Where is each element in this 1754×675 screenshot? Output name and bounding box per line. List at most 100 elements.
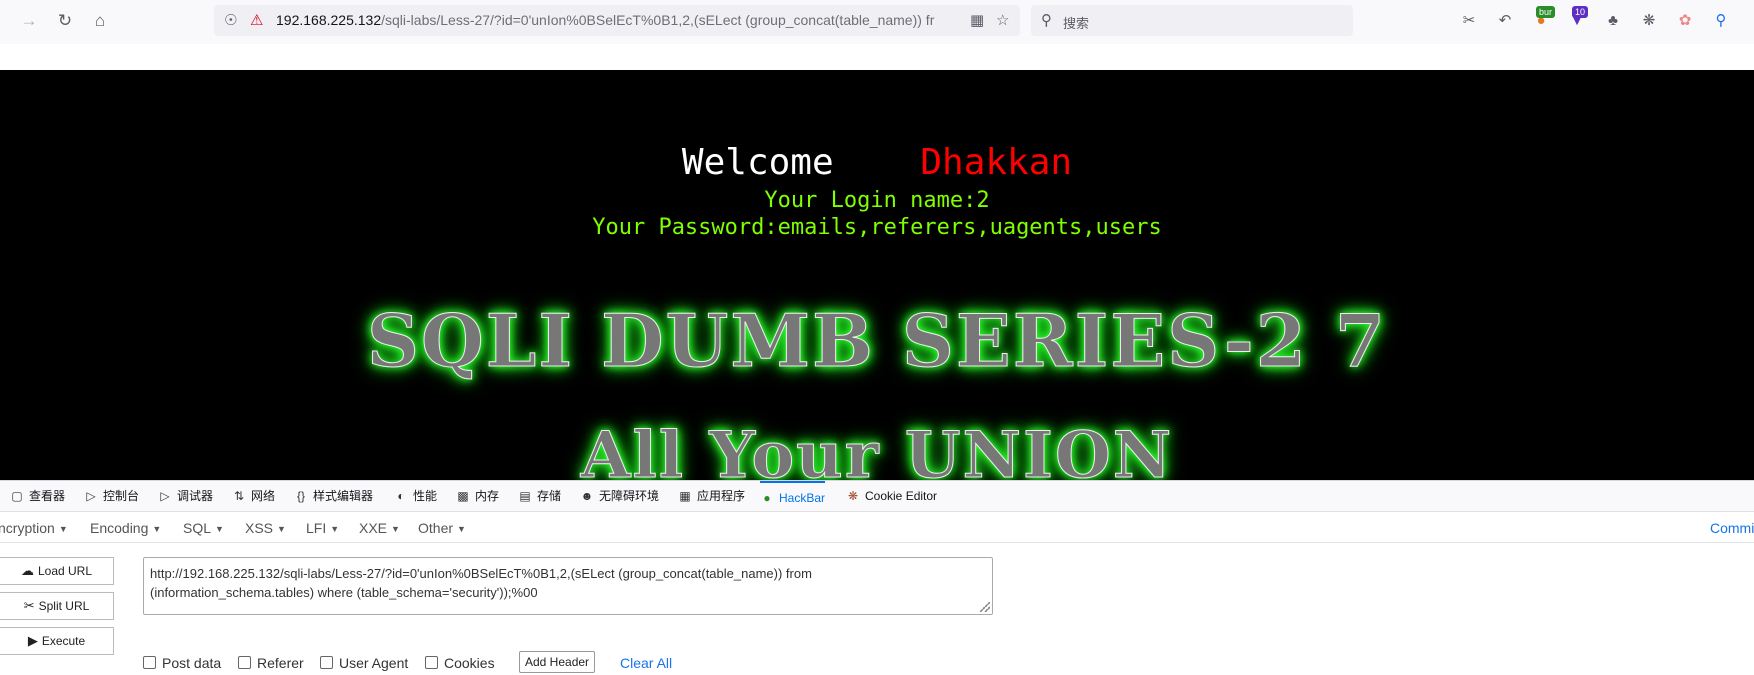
menu-label: XSS	[245, 520, 274, 536]
menu-label: Other	[418, 520, 454, 536]
execute-button[interactable]: ▶ Execute	[0, 627, 114, 655]
checkbox-label: User Agent	[339, 655, 409, 671]
undo-icon[interactable]: ↶	[1494, 10, 1516, 32]
checkbox-label: Cookies	[444, 655, 495, 671]
tab-accessibility[interactable]: ☻ 无障碍环境	[580, 481, 659, 511]
bookmark-star-icon[interactable]: ☆	[996, 11, 1009, 29]
key-extension-icon[interactable]: ⚲	[1710, 10, 1732, 32]
tab-console[interactable]: ▷ 控制台	[84, 481, 139, 511]
menu-lfi[interactable]: LFI ▼	[306, 520, 339, 536]
username-text: Dhakkan	[920, 142, 1073, 183]
play-circle-icon: ▶	[27, 633, 38, 648]
tab-hackbar[interactable]: ● HackBar	[760, 481, 826, 511]
tab-memory[interactable]: ▩ 内存	[456, 481, 499, 511]
forward-icon[interactable]: →	[18, 10, 40, 32]
qr-code-icon[interactable]: ▦	[970, 11, 984, 29]
tab-label: 应用程序	[697, 489, 746, 503]
caret-down-icon: ▼	[330, 524, 340, 535]
tab-network[interactable]: ⇅ 网络	[232, 481, 275, 511]
checkbox-box[interactable]	[425, 656, 438, 669]
browser-toolbar: → ↻ ⌂ ☉ ⚠ 192.168.225.132/sqli-labs/Less…	[0, 0, 1754, 44]
devtools-tabbar: ▢ 查看器 ▷ 控制台 ▷ 调试器 ⇅ 网络 {} 样式编辑器 ◐ 性能 ▩ 内存 ▤ 存储 ☻…	[0, 480, 1754, 512]
devtools-panel: ▢ 查看器 ▷ 控制台 ▷ 调试器 ⇅ 网络 {} 样式编辑器 ◐ 性能 ▩ 内存 ▤ 存储 ☻…	[0, 480, 1754, 673]
add-header-button[interactable]: Add Header	[519, 651, 596, 673]
cookie-extension-icon[interactable]: ❋	[1638, 10, 1660, 32]
commit-link[interactable]: Commi	[1710, 520, 1754, 536]
caret-down-icon: ▼	[391, 524, 400, 535]
storage-icon: ▤	[519, 489, 531, 503]
tab-debugger[interactable]: ▷ 调试器	[158, 481, 213, 511]
burp-badge: bur	[1536, 6, 1556, 18]
search-placeholder: 搜索	[1063, 16, 1090, 31]
menu-xss[interactable]: XSS ▼	[245, 520, 286, 536]
debugger-icon: ▷	[160, 489, 170, 503]
caret-down-icon: ▼	[457, 524, 466, 535]
menu-encoding[interactable]: Encoding ▼	[90, 520, 161, 536]
button-label: Load URL	[37, 564, 93, 578]
tab-application[interactable]: ▦ 应用程序	[678, 481, 745, 511]
cookie-icon: ❋	[847, 489, 859, 503]
url-textarea-line1: http://192.168.225.132/sqli-labs/Less-27…	[150, 566, 812, 581]
menu-label: XXE	[359, 520, 388, 536]
menu-label: LFI	[306, 520, 327, 536]
caret-down-icon: ▼	[277, 524, 286, 535]
tab-storage[interactable]: ▤ 存储	[518, 481, 561, 511]
search-box[interactable]: ⚲ 搜索	[1031, 5, 1353, 36]
split-url-button[interactable]: ✂ Split URL	[0, 592, 114, 620]
download-extension-icon[interactable]: ▼ 10	[1566, 6, 1589, 32]
url-textarea[interactable]: http://192.168.225.132/sqli-labs/Less-27…	[143, 557, 993, 615]
braces-icon: {}	[296, 489, 305, 503]
cloud-download-icon: ☁	[20, 563, 34, 578]
flower-extension-icon[interactable]: ✿	[1674, 10, 1696, 32]
insecure-lock-icon[interactable]: ⚠	[250, 11, 263, 29]
burp-extension-icon[interactable]: ● bur	[1530, 6, 1556, 32]
post-data-checkbox[interactable]: Post data	[143, 655, 221, 671]
resize-handle-icon[interactable]	[980, 602, 990, 612]
reload-icon[interactable]: ↻	[54, 10, 76, 32]
tab-label: 无障碍环境	[599, 489, 660, 503]
checkbox-box[interactable]	[143, 656, 156, 669]
tab-label: 样式编辑器	[313, 489, 374, 503]
caret-down-icon: ▼	[152, 524, 162, 535]
crop-icon[interactable]: ✂	[1458, 10, 1480, 32]
tab-inspector[interactable]: ▢ 查看器	[10, 481, 65, 511]
address-bar[interactable]: ☉ ⚠ 192.168.225.132/sqli-labs/Less-27/?i…	[214, 5, 1020, 36]
inspector-icon: ▢	[11, 489, 23, 503]
home-icon[interactable]: ⌂	[89, 10, 111, 32]
checkbox-box[interactable]	[320, 656, 333, 669]
menu-other[interactable]: Other ▼	[418, 520, 466, 536]
memory-icon: ▩	[457, 489, 469, 503]
menu-sql[interactable]: SQL ▼	[183, 520, 224, 536]
tab-style-editor[interactable]: {} 样式编辑器	[294, 481, 373, 511]
checkbox-label: Referer	[257, 655, 304, 671]
welcome-line: Welcome Dhakkan	[0, 142, 1754, 183]
menu-xxe[interactable]: XXE ▼	[359, 520, 400, 536]
search-icon: ⚲	[1041, 12, 1052, 29]
url-text[interactable]: 192.168.225.132/sqli-labs/Less-27/?id=0'…	[276, 12, 976, 28]
hackbar-menubar: ncryption ▼ Encoding ▼ SQL ▼ XSS ▼ LFI ▼ XXE ▼…	[0, 512, 1754, 543]
login-name-line: Your Login name:2	[764, 188, 990, 213]
caret-down-icon: ▼	[58, 524, 68, 535]
union-banner: All Your UNION	[580, 418, 1174, 481]
checkbox-box[interactable]	[238, 656, 251, 669]
load-url-button[interactable]: ☁ Load URL	[0, 557, 114, 585]
menu-label: ncryption	[0, 520, 55, 536]
accessibility-icon: ☻	[580, 489, 594, 503]
tab-label: 性能	[413, 489, 438, 503]
tab-label: 调试器	[177, 489, 214, 503]
tab-cookie-editor[interactable]: ❋ Cookie Editor	[846, 481, 937, 511]
network-icon: ⇅	[233, 489, 245, 503]
shield-icon[interactable]: ☉	[224, 11, 237, 29]
clear-all-link[interactable]: Clear All	[620, 655, 672, 671]
referer-checkbox[interactable]: Referer	[238, 655, 304, 671]
series-banner: SQLI DUMB SERIES-2 7	[367, 298, 1387, 384]
puzzle-extension-icon[interactable]: ♣	[1602, 10, 1624, 32]
grid-icon: ▦	[679, 489, 691, 503]
console-icon: ▷	[86, 489, 96, 503]
menu-encryption[interactable]: ncryption ▼	[0, 520, 68, 536]
cookies-checkbox[interactable]: Cookies	[425, 655, 495, 671]
tab-label: 查看器	[29, 489, 66, 503]
checkbox-label: Post data	[162, 655, 222, 671]
tab-performance[interactable]: ◐ 性能	[394, 481, 437, 511]
user-agent-checkbox[interactable]: User Agent	[320, 655, 408, 671]
